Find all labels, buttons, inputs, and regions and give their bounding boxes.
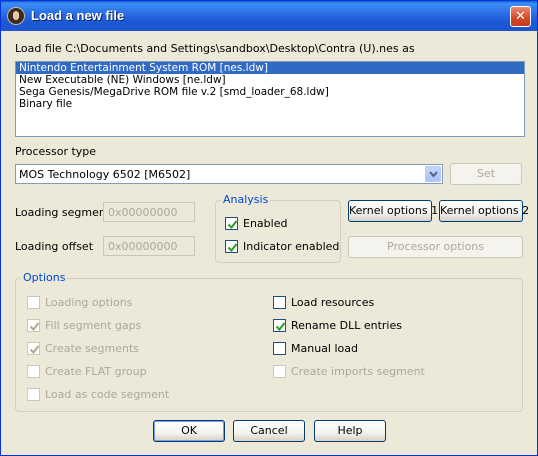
close-button[interactable]: ✕ bbox=[510, 6, 531, 27]
loader-list-item[interactable]: Sega Genesis/MegaDrive ROM file v.2 [smd… bbox=[16, 86, 524, 98]
title-bar[interactable]: Load a new file ✕ bbox=[1, 1, 537, 31]
loading-offset-label: Loading offset bbox=[15, 240, 94, 253]
enabled-checkbox[interactable]: Enabled bbox=[225, 217, 287, 230]
analysis-group bbox=[215, 200, 341, 263]
loader-list-item[interactable]: Binary file bbox=[16, 98, 524, 110]
checkbox-box[interactable] bbox=[273, 342, 286, 355]
kernel-options-1-button[interactable]: Kernel options 1 bbox=[348, 200, 438, 222]
processor-options-button[interactable]: Processor options bbox=[348, 236, 523, 258]
checkbox-box[interactable] bbox=[273, 296, 286, 309]
loader-list-item[interactable]: New Executable (NE) Windows [ne.ldw] bbox=[16, 74, 524, 86]
option-checkbox[interactable]: Create FLAT group bbox=[27, 365, 147, 378]
indicator-enabled-label: Indicator enabled bbox=[243, 240, 340, 253]
option-checkbox[interactable]: Create segments bbox=[27, 342, 139, 355]
option-label: Create FLAT group bbox=[45, 365, 147, 378]
loader-list[interactable]: Nintendo Entertainment System ROM [nes.l… bbox=[15, 61, 525, 137]
cancel-button[interactable]: Cancel bbox=[233, 420, 305, 442]
loader-list-item[interactable]: Nintendo Entertainment System ROM [nes.l… bbox=[16, 62, 524, 74]
option-checkbox[interactable]: Manual load bbox=[273, 342, 358, 355]
option-checkbox[interactable]: Load resources bbox=[273, 296, 374, 309]
checkbox-box[interactable] bbox=[27, 296, 40, 309]
option-label: Load resources bbox=[291, 296, 375, 309]
option-checkbox[interactable]: Rename DLL entries bbox=[273, 319, 402, 332]
options-group-title: Options bbox=[21, 271, 68, 284]
checkbox-box[interactable] bbox=[225, 217, 238, 230]
option-checkbox[interactable]: Create imports segment bbox=[273, 365, 425, 378]
option-label: Loading options bbox=[45, 296, 133, 309]
load-file-dialog: Load a new file ✕ Load file C:\Documents… bbox=[0, 0, 538, 456]
analysis-group-title: Analysis bbox=[221, 193, 271, 206]
processor-type-value: MOS Technology 6502 [M6502] bbox=[19, 168, 191, 181]
option-label: Fill segment gaps bbox=[45, 319, 142, 332]
processor-type-label: Processor type bbox=[15, 145, 97, 158]
option-label: Manual load bbox=[291, 342, 358, 355]
option-label: Create imports segment bbox=[291, 365, 425, 378]
checkbox-box[interactable] bbox=[27, 388, 40, 401]
checkbox-box[interactable] bbox=[27, 319, 40, 332]
checkbox-box[interactable] bbox=[273, 319, 286, 332]
load-file-label: Load file C:\Documents and Settings\sand… bbox=[15, 42, 415, 55]
help-button[interactable]: Help bbox=[314, 420, 386, 442]
enabled-label: Enabled bbox=[243, 217, 288, 230]
ida-logo-icon bbox=[7, 7, 25, 25]
indicator-enabled-checkbox[interactable]: Indicator enabled bbox=[225, 240, 339, 253]
kernel-options-2-button[interactable]: Kernel options 2 bbox=[439, 200, 529, 222]
option-label: Create segments bbox=[45, 342, 140, 355]
window-title: Load a new file bbox=[31, 8, 125, 23]
checkbox-box[interactable] bbox=[27, 342, 40, 355]
option-label: Load as code segment bbox=[45, 388, 170, 401]
checkbox-box[interactable] bbox=[225, 240, 238, 253]
ok-button[interactable]: OK bbox=[153, 420, 225, 442]
option-checkbox[interactable]: Loading options bbox=[27, 296, 132, 309]
checkbox-box[interactable] bbox=[273, 365, 286, 378]
option-label: Rename DLL entries bbox=[291, 319, 402, 332]
set-button[interactable]: Set bbox=[450, 163, 522, 185]
loading-segment-input[interactable]: 0x00000000 bbox=[103, 202, 195, 222]
processor-type-select[interactable]: MOS Technology 6502 [M6502] bbox=[15, 164, 443, 184]
loading-segment-label: Loading segment bbox=[15, 206, 111, 219]
chevron-down-icon[interactable] bbox=[425, 166, 441, 182]
checkbox-box[interactable] bbox=[27, 365, 40, 378]
option-checkbox[interactable]: Fill segment gaps bbox=[27, 319, 141, 332]
option-checkbox[interactable]: Load as code segment bbox=[27, 388, 169, 401]
loading-offset-input[interactable]: 0x00000000 bbox=[103, 236, 195, 256]
